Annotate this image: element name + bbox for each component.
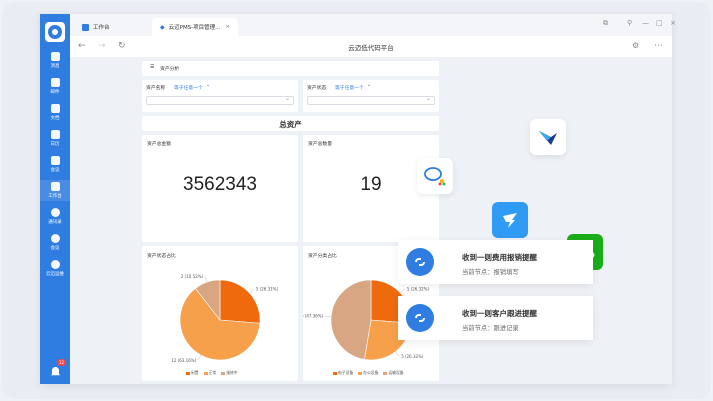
filter-card-name: 资产名称 等于任意一个 ⌄	[142, 80, 298, 112]
chart-card-status: 资产状态占比 5 (26.31%) 12 (63.16%) 2 (10.53%) 闲…	[142, 246, 298, 381]
section-title: 总资产	[279, 120, 302, 129]
legend-item: 办公设备	[358, 370, 378, 376]
sidebar-item-contacts[interactable]: 通讯录	[40, 208, 70, 225]
pie-label-line	[249, 288, 254, 294]
settings-icon[interactable]: ⚙	[632, 41, 639, 50]
mail-icon	[50, 78, 60, 87]
filter-operator-status[interactable]: 等于任意一个	[335, 84, 364, 91]
chart-legend: 电子设备 办公设备 运输设备	[333, 370, 404, 376]
app-logo-icon: ◆	[160, 23, 165, 31]
window-close-icon[interactable]: ×	[670, 19, 676, 27]
dingtalk-icon	[503, 213, 517, 228]
more-icon[interactable]: ⋯	[654, 41, 663, 51]
breadcrumb-label: 资产分析	[160, 67, 180, 72]
pie-slice-label: 2 (10.53%)	[181, 274, 204, 279]
notification-customer[interactable]: 收到一则客户跟进提醒 当前节点：跟进记录	[398, 296, 593, 340]
sidebar-item-messages[interactable]: 消息	[40, 52, 70, 69]
maximize-icon[interactable]: □	[656, 19, 663, 27]
sidebar-item-workbench[interactable]: 工作台	[40, 180, 70, 201]
asset-name-select[interactable]	[146, 95, 294, 105]
notification-title: 收到一则客户跟进提醒	[462, 309, 537, 318]
app-icon-dingtalk[interactable]	[492, 202, 528, 238]
kpi-value-amount: 3562343	[183, 174, 257, 195]
notification-badge: 12	[56, 359, 66, 366]
breadcrumb: ☰ 资产分析	[142, 61, 439, 76]
link-icon	[406, 304, 434, 332]
pie-slice-label: 5 (26.32%)	[401, 354, 424, 359]
pie-slice-label: 9 (47.36%)	[303, 314, 324, 319]
app-icon-wecom[interactable]	[417, 158, 453, 194]
pie-chart-status: 5 (26.31%) 12 (63.16%) 2 (10.53%)	[171, 274, 279, 363]
calendar-icon	[50, 130, 60, 139]
legend-item: 闲置	[186, 370, 199, 376]
sidebar-item-meeting2[interactable]: 会议	[40, 234, 70, 251]
sidebar-item-docs[interactable]: 文档	[40, 104, 70, 121]
tab-workbench[interactable]: 工作台	[74, 18, 118, 36]
pie-slice-label: 12 (63.16%)	[171, 358, 196, 363]
legend-item: 电子设备	[333, 370, 353, 376]
app-logo	[45, 22, 65, 42]
tab-bar: 工作台 ◆ 云迈PMS-项目管理... × ⧉ ⚲ — □ ×	[70, 14, 676, 36]
legend-item: 运输设备	[383, 370, 404, 376]
kpi-card-amount: 资产总金额 3562343	[142, 135, 298, 242]
grid-icon	[82, 23, 89, 31]
notification-subtitle: 当前节点：报销填写	[462, 269, 519, 276]
sidebar-item-mail[interactable]: 邮件	[40, 78, 70, 95]
pin-icon[interactable]: ⚲	[627, 19, 632, 27]
tab-pms[interactable]: ◆ 云迈PMS-项目管理... ×	[152, 18, 238, 36]
pie-label-line	[204, 276, 208, 283]
pie-slice[interactable]	[219, 279, 261, 324]
chevron-down-icon[interactable]: ⌄	[367, 83, 371, 88]
address-bar: ← → ↻ 云迈低代码平台 ⚙ ⋯	[70, 36, 672, 58]
contacts-icon	[50, 208, 60, 217]
app-icon-lark[interactable]	[530, 119, 566, 155]
pie-label-line	[197, 355, 202, 361]
sidebar: 消息 邮件 文档 日历 会议 工作台 通讯录 会议 云迈运维 12	[40, 14, 70, 384]
message-icon	[50, 52, 60, 61]
page-title: 云迈低代码平台	[348, 44, 394, 52]
pie-slice-label: 5 (26.32%)	[407, 286, 430, 291]
legend-item: 维修中	[221, 370, 238, 376]
chevron-down-icon[interactable]: ⌄	[206, 83, 210, 88]
legend-item: 正常	[203, 370, 216, 376]
sidebar-item-calendar[interactable]: 日历	[40, 130, 70, 147]
wecom-icon	[424, 167, 446, 186]
section-header: 总资产	[142, 116, 439, 131]
external-icon[interactable]: ⧉	[603, 19, 608, 28]
pie-label-line	[395, 351, 400, 357]
menu-icon[interactable]: ☰	[150, 65, 154, 70]
pie-slice-label: 5 (26.31%)	[256, 286, 279, 291]
chart-legend: 闲置 正常 维修中	[186, 370, 238, 376]
asset-status-select[interactable]	[307, 95, 435, 105]
bell-icon[interactable]: 12	[49, 359, 66, 376]
filter-operator-name[interactable]: 等于任意一个	[174, 84, 203, 91]
notification-subtitle: 当前节点：跟进记录	[462, 325, 519, 332]
close-icon[interactable]: ×	[225, 24, 230, 30]
notification-title: 收到一则费用报销提醒	[462, 253, 537, 262]
gear-icon	[50, 234, 60, 243]
grid-icon	[50, 182, 60, 191]
lark-icon	[539, 131, 557, 145]
pie-label-line	[400, 288, 405, 294]
filter-card-status: 资产状态 等于任意一个 ⌄	[303, 80, 439, 112]
video-icon	[50, 156, 60, 165]
notification-expense[interactable]: 收到一则费用报销提醒 当前节点：报销填写	[398, 240, 593, 284]
document-icon	[50, 104, 60, 113]
pie-slice[interactable]	[330, 279, 372, 360]
sidebar-item-meetings[interactable]: 会议	[40, 156, 70, 173]
link-icon	[406, 248, 434, 276]
minimize-icon[interactable]: —	[642, 19, 649, 27]
sidebar-item-ops[interactable]: 云迈运维	[40, 260, 70, 277]
ops-icon	[50, 260, 60, 269]
